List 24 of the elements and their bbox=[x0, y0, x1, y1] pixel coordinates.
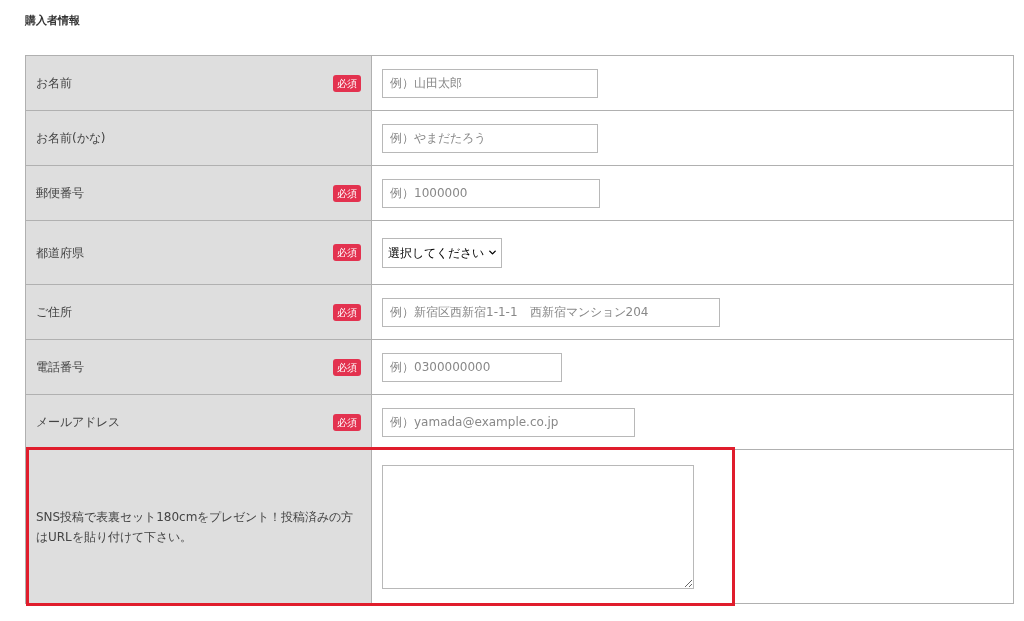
field-label: 郵便番号 bbox=[36, 185, 85, 202]
text-input-field[interactable]: 例）山田太郎 bbox=[382, 68, 598, 98]
field-label: ご住所 bbox=[36, 304, 73, 321]
required-badge: 必須 bbox=[333, 184, 361, 202]
required-badge: 必須 bbox=[333, 244, 361, 261]
section-title: 購入者情報 bbox=[25, 14, 81, 28]
field-label: SNS投稿で表裏セット180cmをプレゼント！投稿済みの方はURLを貼り付けて下さい。 bbox=[36, 508, 355, 546]
text-input-field[interactable]: 例）新宿区西新宿1-1-1 西新宿マンション204 bbox=[382, 297, 720, 327]
text-input-field[interactable]: 例）0300000000 bbox=[382, 352, 562, 382]
text-input-field[interactable]: 例）やまだたろう bbox=[382, 123, 598, 153]
chevron-down-icon bbox=[487, 247, 498, 258]
field-label: メールアドレス bbox=[36, 414, 121, 431]
required-badge: 必須 bbox=[333, 413, 361, 431]
field-label: お名前(かな) bbox=[36, 130, 107, 147]
required-badge: 必須 bbox=[333, 303, 361, 321]
text-input-field[interactable]: 例）yamada@example.co.jp bbox=[382, 407, 635, 437]
field-label: 電話番号 bbox=[36, 359, 85, 376]
required-badge: 必須 bbox=[333, 74, 361, 92]
field-label: お名前 bbox=[36, 75, 73, 92]
required-badge: 必須 bbox=[333, 358, 361, 376]
text-input-field[interactable]: 例）1000000 bbox=[382, 178, 600, 208]
url-text-area[interactable] bbox=[382, 464, 694, 589]
prefecture-select[interactable]: 選択してください bbox=[382, 237, 502, 268]
field-label: 都道府県 bbox=[36, 244, 85, 262]
